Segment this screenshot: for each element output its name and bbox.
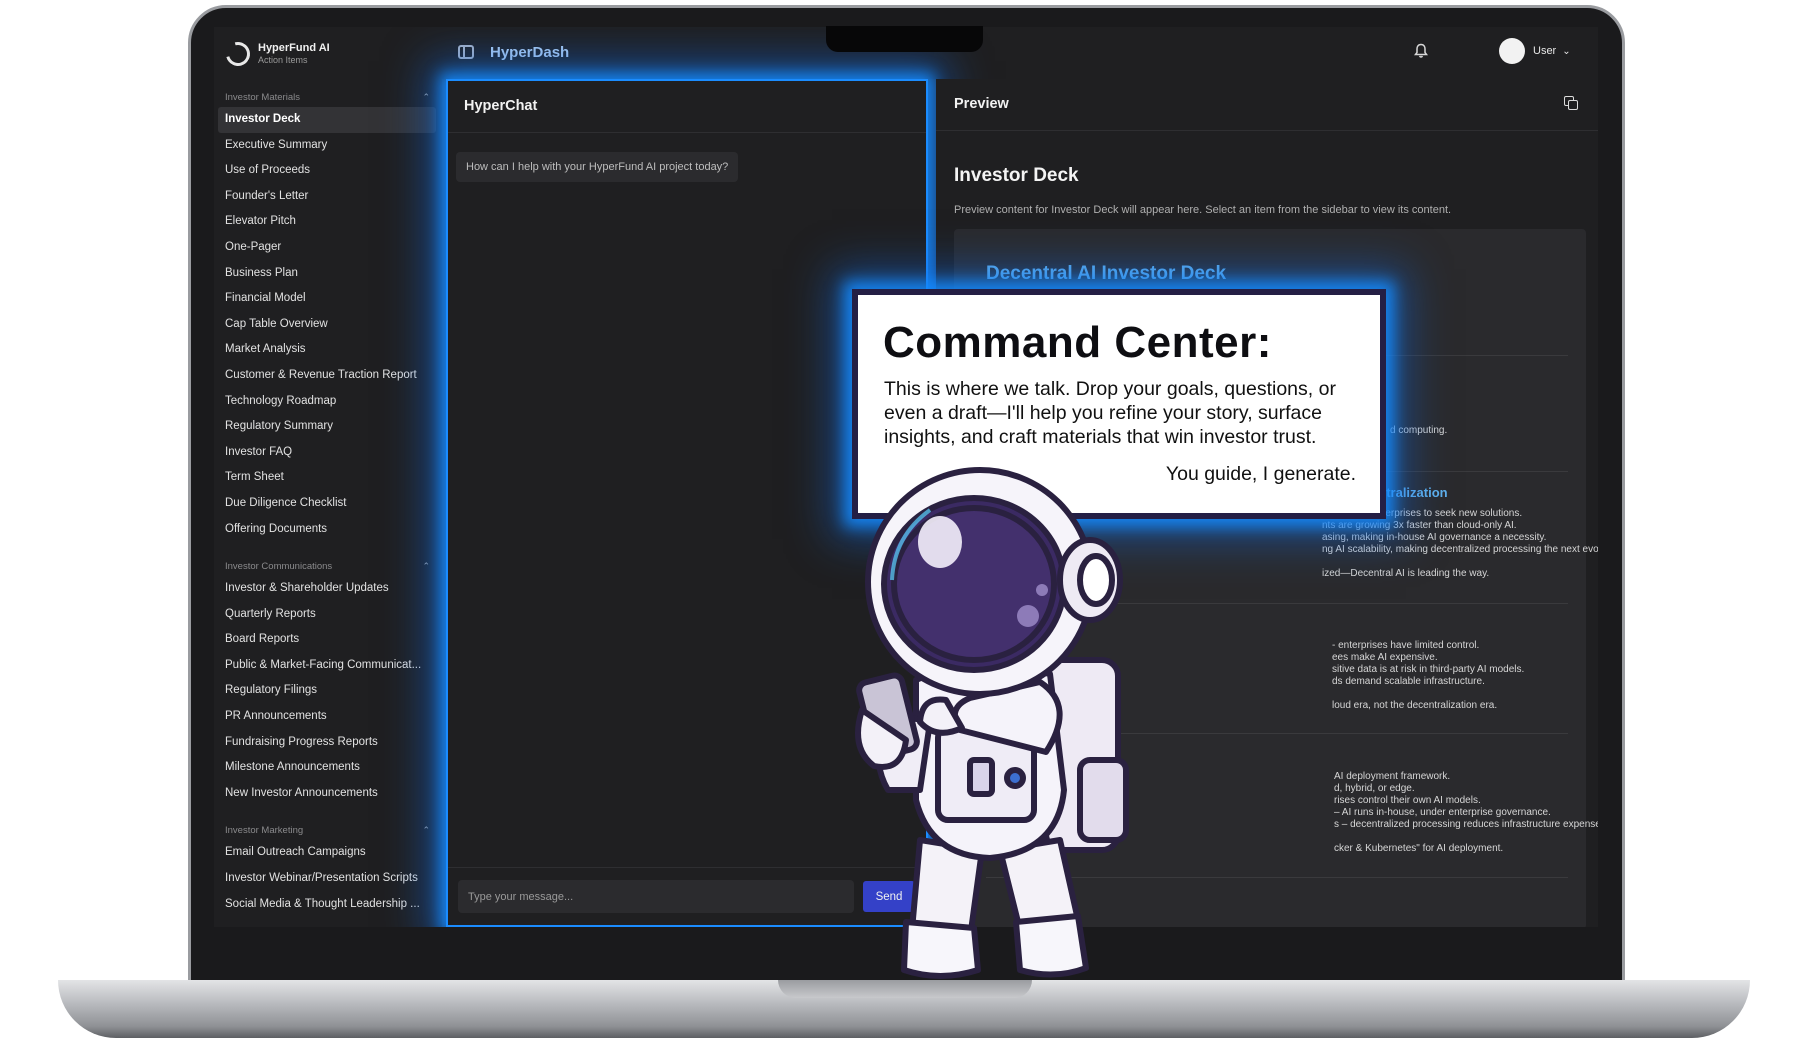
preview-header: Preview	[936, 79, 1598, 131]
sidebar-item-social-media-thought-leadership[interactable]: Social Media & Thought Leadership ...	[214, 892, 436, 918]
sidebar-item-term-sheet[interactable]: Term Sheet	[214, 465, 436, 491]
sidebar-item-business-plan[interactable]: Business Plan	[214, 261, 436, 287]
sidebar-item-investor-deck[interactable]: Investor Deck	[218, 107, 436, 133]
sidebar-item-email-outreach-campaigns[interactable]: Email Outreach Campaigns	[214, 840, 436, 866]
bullet-line: nts are growing 3x faster than cloud-onl…	[1322, 520, 1517, 531]
chevron-down-icon: ⌄	[1562, 45, 1571, 57]
callout-body: This is where we talk. Drop your goals, …	[884, 378, 1336, 448]
bullet-line: sitive data is at risk in third-party AI…	[1332, 664, 1525, 675]
bullet-line: – AI runs in-house, under enterprise gov…	[1334, 807, 1551, 818]
sidebar-item-fundraising-progress-reports[interactable]: Fundraising Progress Reports	[214, 730, 436, 756]
sidebar-item-executive-summary[interactable]: Executive Summary	[214, 133, 436, 159]
sidebar-item-investor-webinar-presentation-scripts[interactable]: Investor Webinar/Presentation Scripts	[214, 866, 436, 892]
sidebar-item-customer-revenue-traction-report[interactable]: Customer & Revenue Traction Report	[214, 363, 436, 389]
sidebar-item-financial-model[interactable]: Financial Model	[214, 286, 436, 312]
chevron-up-icon[interactable]: ⌃	[422, 561, 430, 572]
sidebar-item-cap-table-overview[interactable]: Cap Table Overview	[214, 312, 436, 338]
avatar	[1499, 38, 1525, 64]
sidebar-item-regulatory-summary[interactable]: Regulatory Summary	[214, 414, 436, 440]
document-description: Preview content for Investor Deck will a…	[954, 204, 1452, 216]
callout-signoff: You guide, I generate.	[1165, 463, 1356, 485]
sidebar-item-elevator-pitch[interactable]: Elevator Pitch	[214, 209, 436, 235]
camera-notch	[826, 26, 983, 52]
sidebar-item-offering-documents[interactable]: Offering Documents	[214, 517, 436, 543]
sidebar-item-due-diligence-checklist[interactable]: Due Diligence Checklist	[214, 491, 436, 517]
section-text: d computing.	[1390, 425, 1448, 436]
chevron-up-icon[interactable]: ⌃	[422, 825, 430, 836]
bullet-line: s – decentralized processing reduces inf…	[1334, 819, 1598, 830]
copy-icon[interactable]	[1564, 96, 1578, 110]
bullet-line: ees make AI expensive.	[1332, 652, 1438, 663]
bullet-line: ng AI scalability, making decentralized …	[1322, 544, 1598, 555]
section-title: Investor Marketing	[225, 824, 304, 836]
sidebar-item-pr-announcements[interactable]: PR Announcements	[214, 704, 436, 730]
sidebar-item-investor-faq[interactable]: Investor FAQ	[214, 440, 436, 466]
section-title: Investor Communications	[225, 560, 333, 572]
chat-title: HyperChat	[448, 81, 926, 133]
app-title: HyperDash	[490, 44, 570, 61]
sidebar-item-quarterly-reports[interactable]: Quarterly Reports	[214, 602, 436, 628]
bullet-line: ds demand scalable infrastructure.	[1332, 676, 1485, 687]
top-bar: HyperDash User ⌄	[442, 27, 1598, 79]
sidebar-item-market-analysis[interactable]: Market Analysis	[214, 337, 436, 363]
sidebar-item-regulatory-filings[interactable]: Regulatory Filings	[214, 678, 436, 704]
section-investor-communications[interactable]: Investor Communications ⌃	[214, 556, 442, 576]
callout-title: Command Center:	[883, 318, 1272, 367]
bullet-line: - enterprises have limited control.	[1332, 640, 1480, 651]
user-name: User	[1533, 45, 1557, 57]
section-investor-marketing[interactable]: Investor Marketing ⌃	[214, 820, 442, 840]
bullet-line: asing, making in-house AI governance a n…	[1322, 532, 1547, 543]
assistant-greeting: How can I help with your HyperFund AI pr…	[456, 152, 739, 182]
hyperfund-logo-icon	[221, 37, 255, 71]
brand-name: HyperFund AI	[258, 42, 330, 54]
section-title: Investor Materials	[225, 91, 300, 103]
section-text: cker & Kubernetes" for AI deployment.	[1334, 843, 1504, 854]
section-text: ized—Decentral AI is leading the way.	[1322, 568, 1490, 579]
sidebar-item-use-of-proceeds[interactable]: Use of Proceeds	[214, 158, 436, 184]
sidebar-item-investor-shareholder-updates[interactable]: Investor & Shareholder Updates	[214, 576, 436, 602]
astronaut-mascot-illustration	[855, 467, 1129, 979]
sidebar-item-technology-roadmap[interactable]: Technology Roadmap	[214, 389, 436, 415]
laptop-mockup: HyperFund AI Action Items Investor Mater…	[0, 0, 1800, 1042]
section-text: loud era, not the decentralization era.	[1332, 700, 1498, 711]
section-investor-materials[interactable]: Investor Materials ⌃	[214, 87, 442, 107]
brand[interactable]: HyperFund AI Action Items	[214, 37, 442, 71]
chevron-up-icon[interactable]: ⌃	[422, 92, 430, 103]
sidebar-item-public-market-facing-communicat[interactable]: Public & Market-Facing Communicat...	[214, 653, 436, 679]
bullet-line: AI deployment framework.	[1334, 771, 1451, 782]
sidebar-item-new-investor-announcements[interactable]: New Investor Announcements	[214, 781, 436, 807]
document-title: Investor Deck	[954, 165, 1079, 186]
sidebar-item-milestone-announcements[interactable]: Milestone Announcements	[214, 755, 436, 781]
preview-title: Preview	[954, 96, 1009, 112]
sidebar: HyperFund AI Action Items Investor Mater…	[214, 27, 442, 927]
bell-icon[interactable]	[1414, 43, 1428, 59]
user-menu[interactable]: User ⌄	[1499, 38, 1571, 64]
bullet-line: d, hybrid, or edge.	[1334, 783, 1415, 794]
message-input[interactable]	[458, 880, 854, 913]
sidebar-item-board-reports[interactable]: Board Reports	[214, 627, 436, 653]
bullet-line: rises control their own AI models.	[1334, 795, 1481, 806]
sidebar-item-founder-s-letter[interactable]: Founder's Letter	[214, 184, 436, 210]
deck-title: Decentral AI Investor Deck	[986, 263, 1227, 284]
sidebar-item-one-pager[interactable]: One-Pager	[214, 235, 436, 261]
brand-subtitle: Action Items	[258, 55, 308, 65]
sidebar-toggle-icon[interactable]	[458, 45, 474, 59]
